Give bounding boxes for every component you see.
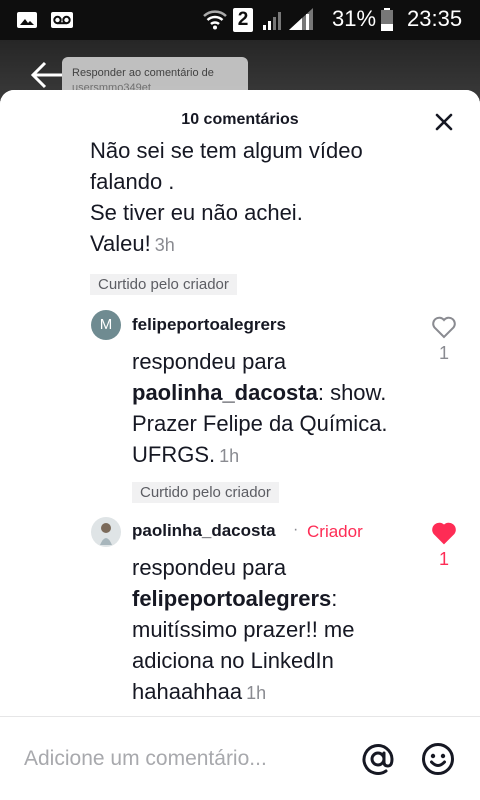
- gallery-icon: [17, 12, 37, 28]
- timestamp: 3h: [154, 235, 175, 255]
- at-icon[interactable]: [360, 741, 396, 777]
- timestamp: 1h: [219, 446, 240, 466]
- signal-icon: [289, 8, 313, 30]
- wifi-icon: [203, 10, 227, 30]
- separator-dot: ·: [293, 521, 299, 538]
- timestamp: 1h: [246, 683, 267, 703]
- status-bar: 2 31% 23:35: [0, 0, 480, 40]
- liked-by-creator-badge: Curtido pelo criador: [90, 274, 237, 295]
- avatar-photo: [100, 523, 112, 545]
- comments-count-title: 10 comentários: [181, 111, 299, 128]
- sim-badge: 2: [233, 8, 253, 32]
- mentioned-user[interactable]: felipeportoalegrers: [132, 586, 331, 611]
- comment-composer: [0, 716, 480, 800]
- parent-comment-text: Não sei se tem algum vídeo falando . Se …: [90, 142, 363, 256]
- comments-sheet: 10 comentários Não sei se tem algum víde…: [0, 90, 480, 800]
- emoji-icon[interactable]: [420, 741, 456, 777]
- voicemail-icon: [51, 12, 73, 28]
- mentioned-user[interactable]: paolinha_dacosta: [132, 380, 318, 405]
- avatar[interactable]: [91, 517, 121, 547]
- avatar[interactable]: M: [91, 310, 121, 340]
- sheet-header: 10 comentários: [0, 90, 480, 142]
- back-arrow-icon[interactable]: [30, 58, 64, 92]
- comment-username[interactable]: felipeportoalegrers: [132, 315, 286, 335]
- liked-by-creator-badge: Curtido pelo criador: [132, 482, 279, 503]
- battery-percent: 31%: [332, 6, 377, 31]
- like-count: 1: [438, 549, 449, 569]
- battery-icon: [381, 8, 393, 31]
- comment-list[interactable]: Não sei se tem algum vídeo falando . Se …: [0, 142, 480, 717]
- signal-icon: [263, 12, 281, 30]
- like-count: 1: [438, 343, 449, 363]
- heart-filled-icon[interactable]: [431, 521, 457, 545]
- comment-username[interactable]: paolinha_dacosta: [132, 521, 276, 541]
- creator-label: Criador: [307, 522, 363, 541]
- reply-hint-label: Responder ao comentário de: [72, 67, 214, 79]
- reply-comment-text: respondeu para paolinha_dacosta: show. P…: [132, 349, 388, 467]
- heart-outline-icon[interactable]: [431, 315, 457, 339]
- comment-input[interactable]: [24, 745, 344, 773]
- clock: 23:35: [407, 6, 463, 31]
- close-icon[interactable]: [430, 108, 458, 136]
- reply-comment-text: respondeu para felipeportoalegrers: muit…: [132, 555, 355, 704]
